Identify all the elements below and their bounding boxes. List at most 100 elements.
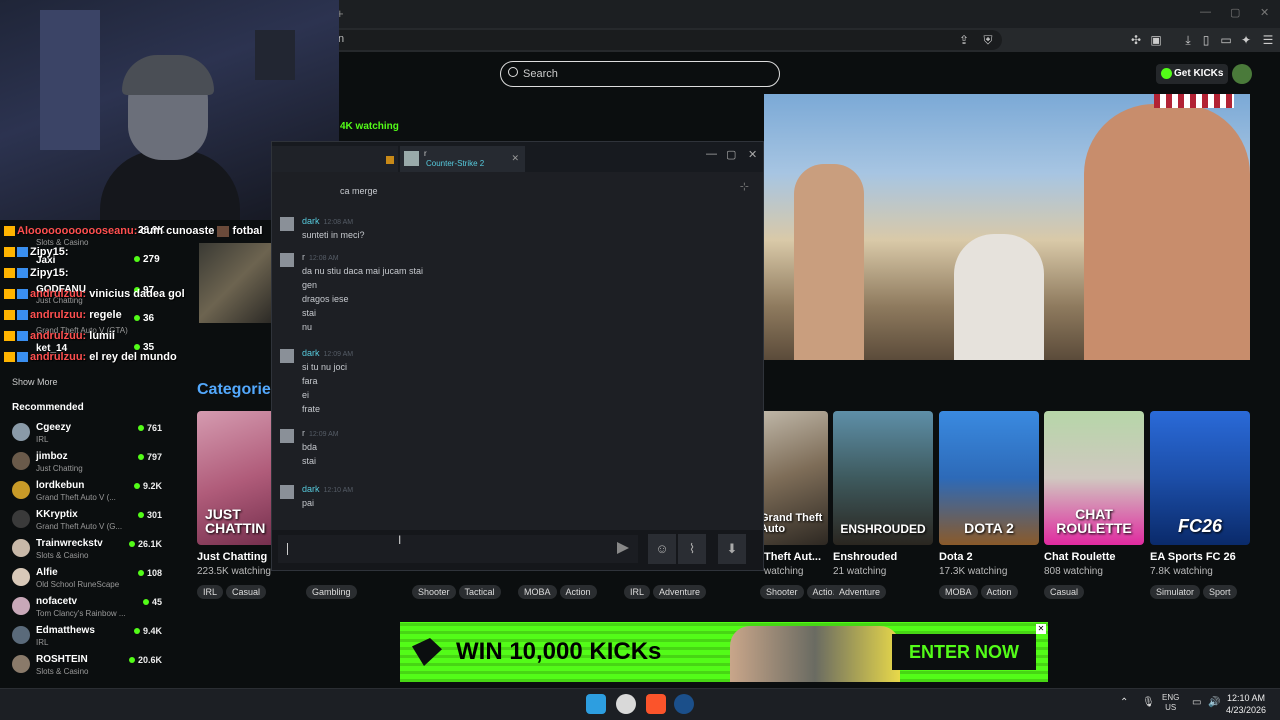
maximize-icon[interactable]: ▢: [726, 148, 736, 161]
channel-viewers: 301: [137, 510, 162, 520]
message-header: dark 12:08 AM: [302, 216, 354, 226]
show-more-link[interactable]: Show More: [12, 377, 58, 387]
channel-category: IRL: [36, 638, 49, 647]
maximize-icon[interactable]: ▢: [1230, 6, 1240, 19]
sidebar-icon[interactable]: ▯: [1198, 32, 1214, 48]
channel-avatar: [12, 539, 30, 557]
tray-chevron-icon[interactable]: ⌃: [1120, 697, 1128, 708]
channel-avatar: [12, 481, 30, 499]
brave-icon[interactable]: [646, 694, 666, 714]
tag-button[interactable]: MOBA: [518, 585, 557, 599]
sidebar-channel[interactable]: jimboz Just Chatting 797: [12, 451, 162, 477]
emoji-icon[interactable]: ☺: [648, 534, 676, 564]
add-friend-icon[interactable]: ⊹: [740, 180, 749, 193]
share-icon[interactable]: ⇪: [956, 32, 972, 48]
user-avatar[interactable]: [1232, 64, 1252, 84]
leo-icon[interactable]: ✦: [1238, 32, 1254, 48]
message-avatar: [280, 217, 294, 231]
windows-start-icon[interactable]: [586, 694, 606, 714]
address-bar[interactable]: n: [320, 30, 1002, 50]
taskbar: [0, 688, 1280, 720]
tag-button[interactable]: Gambling: [306, 585, 357, 599]
hero-person: [1084, 104, 1250, 360]
category-card[interactable]: CHAT ROULETTE Chat Roulette 808 watching…: [1044, 411, 1144, 600]
steam-chat-window[interactable]: r Counter-Strike 2 ✕ — ▢ ✕ ⊹ ca merge da…: [271, 141, 764, 571]
chrome-icon[interactable]: [616, 694, 636, 714]
download-icon[interactable]: ⤓: [1180, 32, 1196, 48]
chat-tab-active[interactable]: r Counter-Strike 2 ✕: [400, 146, 525, 172]
channel-name: nofacetv: [36, 596, 78, 607]
brave-shield-icon[interactable]: ⛨: [980, 32, 996, 48]
category-card[interactable]: FC26 EA Sports FC 26 7.8K watching Simul…: [1150, 411, 1250, 600]
featured-stream-video[interactable]: [764, 94, 1250, 360]
volume-icon[interactable]: 🔊: [1208, 697, 1220, 708]
tag-button[interactable]: Shooter: [412, 585, 456, 599]
tag-button[interactable]: Action: [980, 585, 1018, 599]
channel-viewers: 797: [137, 452, 162, 462]
category-card[interactable]: DOTA 2 Dota 2 17.3K watching MOBA Action: [939, 411, 1039, 600]
channel-viewers: 761: [137, 423, 162, 433]
network-icon[interactable]: ▭: [1192, 697, 1201, 708]
close-tab-icon[interactable]: ✕: [511, 153, 519, 164]
tag-button[interactable]: Tactical: [458, 585, 501, 599]
sidebar-channel[interactable]: Alfie Old School RuneScape 108: [12, 567, 162, 593]
tag-button[interactable]: Action: [559, 585, 597, 599]
tag-button[interactable]: IRL: [624, 585, 651, 599]
clock[interactable]: 12:10 AM 4/23/2026: [1226, 692, 1266, 716]
overlay-chat-line: andrulzuu: regele: [4, 309, 122, 321]
attach-icon[interactable]: ⌇: [678, 534, 706, 564]
tag-button[interactable]: IRL: [197, 585, 224, 599]
minimize-icon[interactable]: —: [706, 148, 717, 160]
tag-button[interactable]: Adventure: [833, 585, 887, 599]
hero-person: [794, 164, 864, 360]
menu-icon[interactable]: ☰: [1260, 32, 1276, 48]
send-icon[interactable]: [617, 542, 629, 554]
sidebar-channel[interactable]: ROSHTEIN Slots & Casino 20.6K: [12, 654, 162, 680]
ad-close-icon[interactable]: ✕: [1036, 624, 1046, 634]
tag-button[interactable]: Shooter: [760, 585, 804, 599]
tab-icon[interactable]: ▣: [1148, 32, 1164, 48]
mic-icon[interactable]: 🎙: [1142, 697, 1155, 708]
channel-viewers: 9.4K: [133, 626, 162, 636]
tag-row: MOBA Action: [518, 582, 600, 600]
search-input[interactable]: Search: [500, 61, 780, 87]
message-text: sunteti in meci?: [302, 230, 365, 240]
sidebar-channel[interactable]: nofacetv Tom Clancy's Rainbow ... 45: [12, 596, 162, 622]
channel-avatar: [12, 597, 30, 615]
channel-name: KKryptix: [36, 509, 78, 520]
sidebar-channel[interactable]: Trainwreckstv Slots & Casino 26.1K: [12, 538, 162, 564]
sidebar-channel[interactable]: KKryptix Grand Theft Auto V (G... 301: [12, 509, 162, 535]
chat-tab[interactable]: [272, 146, 398, 172]
sidebar-channel[interactable]: lordkebun Grand Theft Auto V (... 9.2K: [12, 480, 162, 506]
tag-button[interactable]: Casual: [226, 585, 267, 599]
tag-button[interactable]: Casual: [1044, 585, 1085, 599]
channel-avatar: [12, 568, 30, 586]
category-card[interactable]: ENSHROUDED Enshrouded 21 watching Advent…: [833, 411, 933, 600]
voice-icon[interactable]: ⬇: [718, 534, 746, 564]
promo-banner[interactable]: WIN 10,000 KICKs ENTER NOW ✕: [400, 622, 1048, 682]
steam-icon[interactable]: [674, 694, 694, 714]
enter-now-button[interactable]: ENTER NOW: [892, 634, 1036, 670]
wallet-icon[interactable]: ▭: [1218, 32, 1234, 48]
sidebar-channel[interactable]: Cgeezy IRL 761: [12, 422, 162, 448]
extensions-icon[interactable]: ✣: [1128, 32, 1144, 48]
category-title: Enshrouded: [833, 551, 898, 563]
language-indicator[interactable]: ENG US: [1162, 693, 1179, 713]
close-icon[interactable]: ✕: [748, 148, 757, 161]
chat-input[interactable]: [278, 535, 638, 563]
tag-button[interactable]: MOBA: [939, 585, 978, 599]
close-icon[interactable]: ✕: [1260, 6, 1269, 19]
channel-category: Grand Theft Auto V (...: [36, 493, 116, 502]
channel-category: Just Chatting: [36, 464, 83, 473]
minimize-icon[interactable]: —: [1200, 6, 1211, 18]
channel-viewers: 26.1K: [128, 539, 162, 549]
channel-category: Old School RuneScape: [36, 580, 120, 589]
category-art: ENSHROUDED: [833, 411, 933, 545]
overlay-chat-line: Zipy15:: [4, 267, 69, 279]
tag-button[interactable]: Sport: [1203, 585, 1237, 599]
stream-thumbnail[interactable]: [199, 243, 271, 323]
tag-button[interactable]: Simulator: [1150, 585, 1201, 599]
webcam-background: [255, 30, 295, 80]
tag-button[interactable]: Adventure: [653, 585, 707, 599]
sidebar-channel[interactable]: Edmatthews IRL 9.4K: [12, 625, 162, 651]
